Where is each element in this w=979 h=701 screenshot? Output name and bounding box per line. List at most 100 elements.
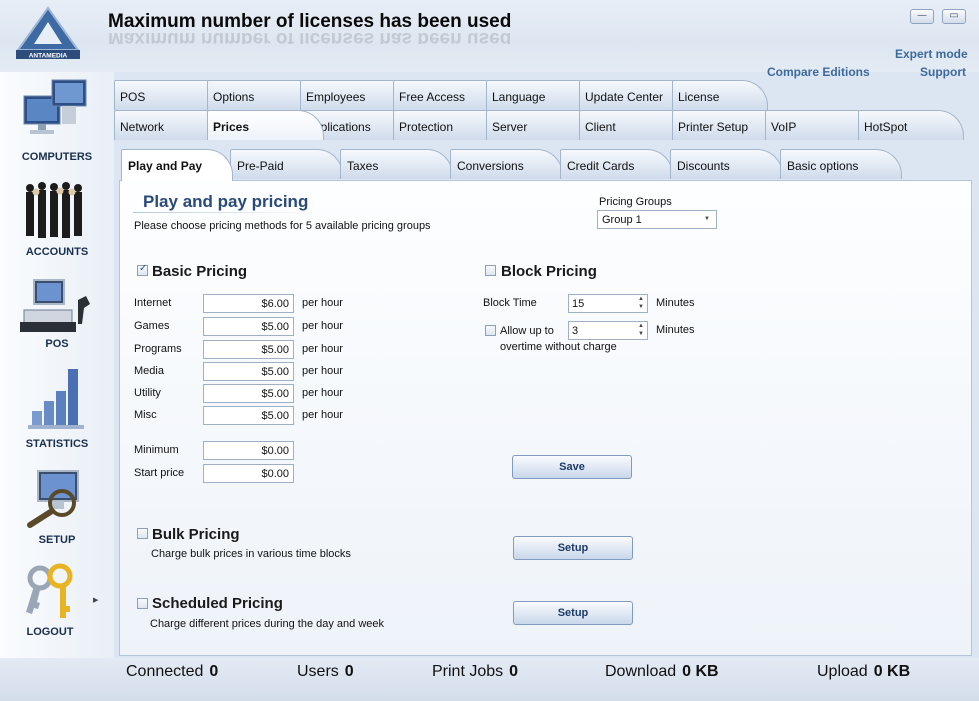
media-unit: per hour: [302, 365, 343, 377]
misc-label: Misc: [134, 409, 157, 421]
programs-price-input[interactable]: $5.00: [203, 340, 294, 359]
setup-icon: [27, 470, 79, 528]
pricing-group-select[interactable]: Group 1 ▼: [597, 210, 717, 229]
accounts-icon: [26, 182, 82, 238]
allow-overtime-checkbox[interactable]: [485, 325, 496, 336]
bulk-pricing-heading: Bulk Pricing: [152, 526, 240, 543]
compare-editions-link[interactable]: Compare Editions: [767, 65, 870, 79]
basic-pricing-heading: Basic Pricing: [152, 263, 248, 280]
sidebar-item-statistics[interactable]: STATISTICS: [0, 367, 114, 459]
page-subtitle: Please choose pricing methods for 5 avai…: [134, 220, 431, 232]
sidebar-item-accounts[interactable]: ACCOUNTS: [0, 178, 114, 270]
status-connected: Connected 0: [126, 663, 219, 680]
games-label: Games: [134, 320, 170, 332]
stepper-down-icon[interactable]: ▼: [637, 331, 645, 338]
subtab-basic-options[interactable]: Basic options: [780, 149, 902, 179]
title-underline: [133, 212, 313, 213]
upload-amount: 0 KB: [873, 663, 911, 680]
support-link[interactable]: Support: [920, 65, 966, 79]
bulk-setup-button[interactable]: Setup: [513, 536, 633, 560]
media-label: Media: [134, 365, 164, 377]
media-price-input[interactable]: $5.00: [203, 362, 294, 381]
logout-icon: [26, 563, 73, 618]
sidebar-item-setup[interactable]: SETUP: [0, 467, 114, 559]
internet-label: Internet: [134, 297, 172, 309]
subtab-play-and-pay[interactable]: Play and Pay: [121, 149, 233, 181]
block-time-unit: Minutes: [656, 297, 695, 309]
sidebar-item-logout[interactable]: LOGOUT: [0, 560, 114, 652]
sidebar-label-statistics: STATISTICS: [25, 438, 89, 450]
programs-label: Programs: [134, 343, 182, 355]
overtime-unit: Minutes: [656, 324, 695, 336]
sidebar-item-pos[interactable]: POS: [0, 276, 114, 368]
internet-unit: per hour: [302, 297, 343, 309]
scheduled-setup-button[interactable]: Setup: [513, 601, 633, 625]
stepper-down-icon[interactable]: ▼: [637, 304, 645, 311]
tab-license[interactable]: License: [672, 80, 768, 110]
start-price-label: Start price: [134, 467, 185, 479]
tab-hotspot[interactable]: HotSpot: [858, 110, 964, 140]
scheduled-pricing-checkbox[interactable]: [137, 598, 148, 609]
utility-unit: per hour: [302, 387, 343, 399]
pricing-group-value: Group 1: [602, 214, 642, 226]
pos-icon: [20, 279, 90, 332]
status-download: Download 0 KB: [605, 663, 719, 680]
status-users: Users 0: [297, 663, 354, 680]
minimum-label: Minimum: [134, 444, 179, 456]
expand-arrow-icon[interactable]: ▶: [93, 596, 98, 604]
download-amount: 0 KB: [682, 663, 719, 680]
sidebar-item-computers[interactable]: COMPUTERS: [0, 76, 114, 168]
page-title: Play and pay pricing: [143, 192, 309, 211]
block-time-value: 15: [572, 298, 585, 310]
block-pricing-checkbox[interactable]: [485, 265, 496, 276]
status-print-jobs: Print Jobs 0: [432, 663, 519, 680]
window-title: Maximum number of licenses has been used: [108, 11, 512, 32]
status-upload: Upload 0 KB: [817, 663, 911, 680]
statistics-icon: [28, 369, 84, 429]
sidebar-label-computers: COMPUTERS: [21, 151, 93, 163]
subtab-credit-cards[interactable]: Credit Cards: [560, 149, 673, 179]
block-pricing-heading: Block Pricing: [501, 263, 597, 280]
minimum-input[interactable]: $0.00: [203, 441, 294, 460]
subtab-taxes[interactable]: Taxes: [340, 149, 453, 179]
overtime-stepper[interactable]: 3 ▲ ▼: [568, 321, 648, 340]
bulk-pricing-description: Charge bulk prices in various time block…: [151, 548, 351, 560]
allow-up-to-label: Allow up to: [500, 325, 554, 337]
utility-price-input[interactable]: $5.00: [203, 384, 294, 403]
subtab-discounts[interactable]: Discounts: [670, 149, 783, 179]
games-price-input[interactable]: $5.00: [203, 317, 294, 336]
games-unit: per hour: [302, 320, 343, 332]
maximize-button[interactable]: ▭: [942, 9, 966, 24]
overtime-description: overtime without charge: [500, 341, 617, 353]
print-jobs-count: 0: [509, 663, 519, 680]
antamedia-logo: ANTAMEDIA: [16, 6, 80, 60]
basic-pricing-checkbox[interactable]: [137, 263, 148, 276]
users-count: 0: [344, 663, 354, 680]
utility-label: Utility: [134, 387, 161, 399]
misc-price-input[interactable]: $5.00: [203, 406, 294, 425]
tab-prices[interactable]: Prices: [207, 110, 324, 140]
stepper-up-icon[interactable]: ▲: [637, 323, 645, 330]
subtab-conversions[interactable]: Conversions: [450, 149, 563, 179]
programs-unit: per hour: [302, 343, 343, 355]
chevron-down-icon: ▼: [704, 216, 710, 222]
minimize-button[interactable]: —: [910, 9, 934, 24]
scheduled-pricing-description: Charge different prices during the day a…: [150, 618, 384, 630]
pricing-groups-label: Pricing Groups: [599, 196, 672, 208]
sidebar-label-accounts: ACCOUNTS: [25, 246, 89, 258]
bulk-pricing-checkbox[interactable]: [137, 528, 148, 539]
expert-mode-link[interactable]: Expert mode: [895, 47, 968, 61]
misc-unit: per hour: [302, 409, 343, 421]
window-title-reflection: Maximum number of licenses has been used: [108, 32, 512, 44]
computers-icon: [23, 79, 87, 134]
start-price-input[interactable]: $0.00: [203, 464, 294, 483]
scheduled-pricing-heading: Scheduled Pricing: [152, 595, 283, 612]
subtab-pre-paid[interactable]: Pre-Paid: [230, 149, 343, 179]
block-time-stepper[interactable]: 15 ▲ ▼: [568, 294, 648, 313]
save-button[interactable]: Save: [512, 455, 632, 479]
internet-price-input[interactable]: $6.00: [203, 294, 294, 313]
stepper-up-icon[interactable]: ▲: [637, 296, 645, 303]
sidebar-label-setup: SETUP: [38, 534, 76, 546]
sidebar-label-pos: POS: [45, 338, 69, 350]
connected-count: 0: [209, 663, 219, 680]
